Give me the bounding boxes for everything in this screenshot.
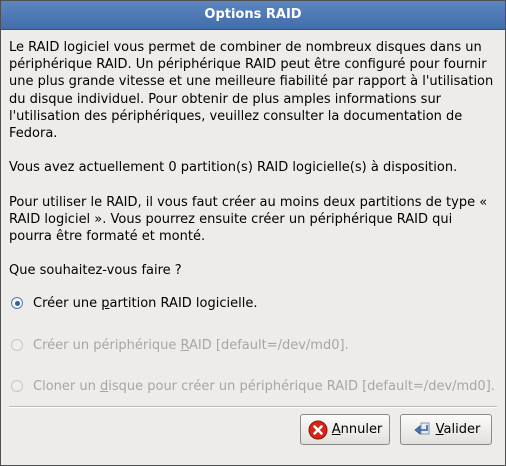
radio-selected-icon[interactable]	[11, 297, 23, 309]
raid-description-text: Le RAID logiciel vous permet de combiner…	[9, 40, 494, 142]
ok-button[interactable]: Valider	[400, 414, 492, 445]
radio-label-create-partition[interactable]: Créer une partition RAID logicielle.	[33, 296, 257, 311]
radio-unselected-icon[interactable]	[11, 339, 23, 351]
cancel-icon	[308, 420, 328, 440]
radio-clone-disk[interactable]: Cloner un disque pour créer un périphéri…	[9, 376, 495, 396]
radio-label-clone-disk[interactable]: Cloner un disque pour créer un périphéri…	[33, 379, 495, 394]
radio-create-raid-device[interactable]: Créer un périphérique RAID [default=/dev…	[9, 335, 349, 355]
options-raid-dialog: Options RAID Le RAID logiciel vous perme…	[0, 0, 506, 466]
ok-button-label: Valider	[435, 422, 481, 437]
button-separator	[9, 406, 497, 408]
question-label: Que souhaitez-vous faire ?	[9, 263, 182, 278]
radio-create-software-raid-partition[interactable]: Créer une partition RAID logicielle.	[9, 293, 257, 313]
radio-label-create-device[interactable]: Créer un périphérique RAID [default=/dev…	[33, 338, 349, 353]
cancel-button-label: Annuler	[331, 422, 383, 437]
ok-icon	[412, 420, 432, 440]
radio-unselected-icon[interactable]	[11, 380, 23, 392]
available-partitions-text: Vous avez actuellement 0 partition(s) RA…	[9, 160, 458, 175]
dialog-title: Options RAID	[1, 1, 505, 30]
cancel-button[interactable]: Annuler	[300, 414, 390, 445]
raid-requirements-text: Pour utiliser le RAID, il vous faut crée…	[9, 195, 488, 245]
